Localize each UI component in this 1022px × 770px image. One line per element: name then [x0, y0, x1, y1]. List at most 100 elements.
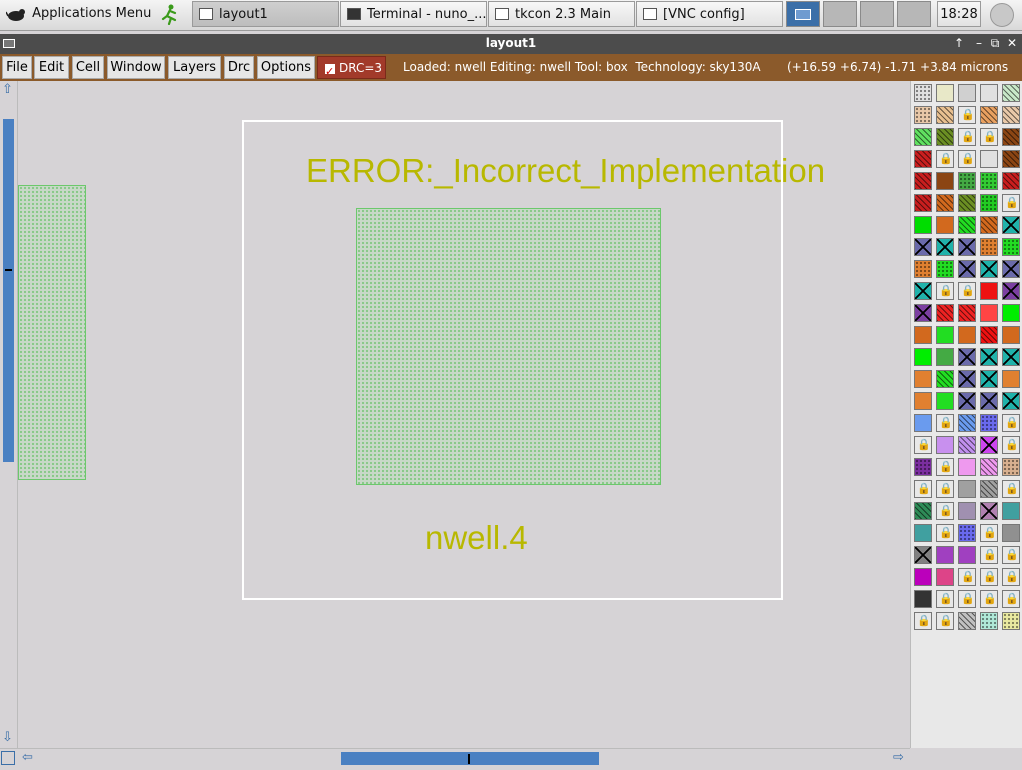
- layer-swatch[interactable]: [980, 260, 998, 278]
- layer-swatch[interactable]: [914, 326, 932, 344]
- locked-layer-swatch[interactable]: [980, 524, 998, 542]
- layer-swatch[interactable]: [958, 524, 976, 542]
- layer-swatch[interactable]: [914, 260, 932, 278]
- menu-options[interactable]: Options: [257, 56, 315, 79]
- layer-swatch[interactable]: [936, 106, 954, 124]
- scroll-down-icon[interactable]: ⇩: [2, 731, 13, 745]
- layer-swatch[interactable]: [980, 150, 998, 168]
- horizontal-scroll-thumb[interactable]: [341, 752, 599, 765]
- layer-swatch[interactable]: [914, 84, 932, 102]
- layer-swatch[interactable]: [936, 568, 954, 586]
- workspace-4[interactable]: [897, 1, 931, 27]
- layer-swatch[interactable]: [936, 326, 954, 344]
- layer-swatch[interactable]: [914, 106, 932, 124]
- workspace-2[interactable]: [823, 1, 857, 27]
- layer-swatch[interactable]: [1002, 612, 1020, 630]
- layer-swatch[interactable]: [1002, 502, 1020, 520]
- layer-swatch[interactable]: [1002, 84, 1020, 102]
- locked-layer-swatch[interactable]: [1002, 414, 1020, 432]
- layer-swatch[interactable]: [958, 238, 976, 256]
- locked-layer-swatch[interactable]: [936, 414, 954, 432]
- clock[interactable]: 18:28: [937, 1, 981, 27]
- locked-layer-swatch[interactable]: [1002, 546, 1020, 564]
- layer-swatch[interactable]: [958, 546, 976, 564]
- layer-swatch[interactable]: [980, 480, 998, 498]
- layer-swatch[interactable]: [936, 436, 954, 454]
- drc-toggle[interactable]: DRC=3: [317, 56, 386, 83]
- layer-swatch[interactable]: [980, 392, 998, 410]
- layer-swatch[interactable]: [958, 172, 976, 190]
- layer-swatch[interactable]: [958, 392, 976, 410]
- layer-swatch[interactable]: [958, 194, 976, 212]
- layer-swatch[interactable]: [914, 150, 932, 168]
- locked-layer-swatch[interactable]: [914, 436, 932, 454]
- layer-swatch[interactable]: [914, 414, 932, 432]
- layer-swatch[interactable]: [914, 282, 932, 300]
- locked-layer-swatch[interactable]: [958, 106, 976, 124]
- layer-swatch[interactable]: [980, 458, 998, 476]
- layer-swatch[interactable]: [958, 260, 976, 278]
- scroll-right-icon[interactable]: ⇨: [893, 751, 904, 765]
- locked-layer-swatch[interactable]: [1002, 480, 1020, 498]
- layer-swatch[interactable]: [1002, 260, 1020, 278]
- layer-swatch[interactable]: [936, 370, 954, 388]
- layer-swatch[interactable]: [980, 106, 998, 124]
- layer-swatch[interactable]: [936, 260, 954, 278]
- layer-swatch[interactable]: [1002, 392, 1020, 410]
- layer-swatch[interactable]: [1002, 238, 1020, 256]
- locked-layer-swatch[interactable]: [980, 128, 998, 146]
- menu-drc[interactable]: Drc: [224, 56, 254, 79]
- layer-swatch[interactable]: [980, 172, 998, 190]
- layer-swatch[interactable]: [958, 370, 976, 388]
- layer-swatch[interactable]: [914, 546, 932, 564]
- layer-swatch[interactable]: [914, 502, 932, 520]
- locked-layer-swatch[interactable]: [958, 590, 976, 608]
- menu-window[interactable]: Window: [107, 56, 165, 79]
- layer-swatch[interactable]: [914, 194, 932, 212]
- power-icon[interactable]: [990, 3, 1014, 27]
- layer-swatch[interactable]: [1002, 524, 1020, 542]
- layer-swatch[interactable]: [1002, 458, 1020, 476]
- workspace-1[interactable]: [786, 1, 820, 27]
- running-man-icon[interactable]: [158, 3, 180, 26]
- locked-layer-swatch[interactable]: [936, 590, 954, 608]
- layer-swatch[interactable]: [1002, 370, 1020, 388]
- layer-swatch[interactable]: [914, 524, 932, 542]
- layer-swatch[interactable]: [980, 194, 998, 212]
- applications-menu-button[interactable]: Applications Menu: [2, 1, 178, 27]
- layer-swatch[interactable]: [936, 128, 954, 146]
- layer-swatch[interactable]: [958, 414, 976, 432]
- task-tkcon[interactable]: tkcon 2.3 Main: [488, 1, 635, 27]
- scroll-left-icon[interactable]: ⇦: [22, 751, 33, 765]
- locked-layer-swatch[interactable]: [936, 150, 954, 168]
- layer-swatch[interactable]: [914, 172, 932, 190]
- layer-swatch[interactable]: [936, 194, 954, 212]
- layer-swatch[interactable]: [936, 84, 954, 102]
- layer-swatch[interactable]: [958, 326, 976, 344]
- nwell-shape-left[interactable]: [18, 185, 86, 480]
- locked-layer-swatch[interactable]: [980, 546, 998, 564]
- layer-swatch[interactable]: [914, 304, 932, 322]
- layer-swatch[interactable]: [936, 348, 954, 366]
- layer-swatch[interactable]: [1002, 348, 1020, 366]
- workspace-3[interactable]: [860, 1, 894, 27]
- layer-swatch[interactable]: [914, 348, 932, 366]
- locked-layer-swatch[interactable]: [1002, 194, 1020, 212]
- locked-layer-swatch[interactable]: [1002, 436, 1020, 454]
- layout-canvas[interactable]: ERROR:_Incorrect_Implementation nwell.4: [18, 81, 910, 748]
- layer-swatch[interactable]: [980, 502, 998, 520]
- layer-swatch[interactable]: [936, 172, 954, 190]
- layer-swatch[interactable]: [914, 216, 932, 234]
- layer-swatch[interactable]: [936, 216, 954, 234]
- locked-layer-swatch[interactable]: [936, 502, 954, 520]
- locked-layer-swatch[interactable]: [914, 480, 932, 498]
- layer-swatch[interactable]: [936, 546, 954, 564]
- menu-layers[interactable]: Layers: [168, 56, 221, 79]
- layer-swatch[interactable]: [980, 370, 998, 388]
- layer-swatch[interactable]: [1002, 172, 1020, 190]
- locked-layer-swatch[interactable]: [958, 282, 976, 300]
- menu-cell[interactable]: Cell: [72, 56, 104, 79]
- locked-layer-swatch[interactable]: [914, 612, 932, 630]
- layer-swatch[interactable]: [936, 304, 954, 322]
- task-vnc-config[interactable]: [VNC config]: [636, 1, 783, 27]
